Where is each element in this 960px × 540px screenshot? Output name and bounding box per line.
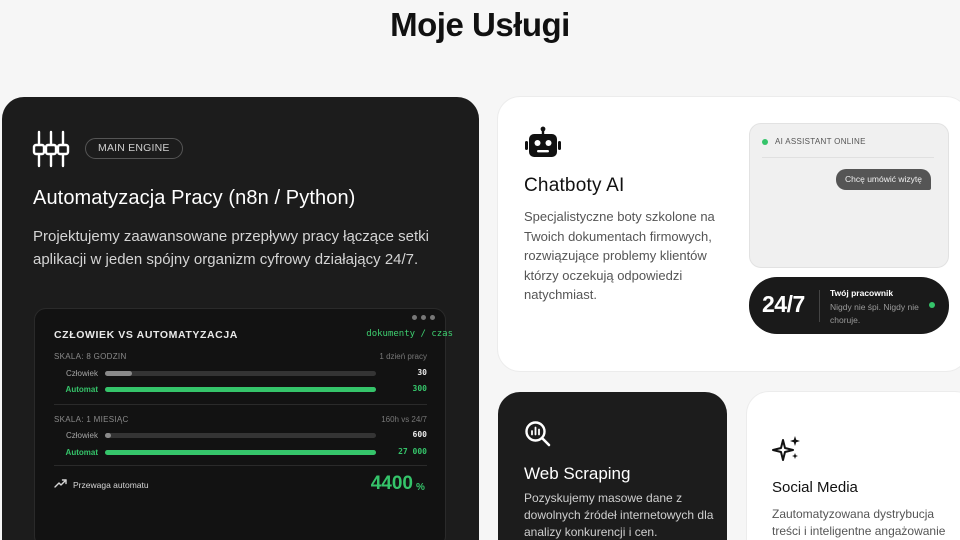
divider — [762, 157, 934, 158]
row-label-automat: Automat — [65, 385, 98, 394]
comparison-panel — [34, 308, 446, 540]
chat-message-bubble: Chcę umówić wizytę — [836, 169, 931, 190]
automation-description: Projektujemy zaawansowane przepływy prac… — [33, 228, 430, 268]
bar-track — [105, 450, 376, 455]
row-value-human: 600 — [412, 430, 427, 439]
row-label-human: Człowiek — [65, 369, 98, 378]
web-scraping-title: Web Scraping — [524, 464, 631, 483]
row-label-automat: Automat — [65, 448, 98, 457]
bar-automat-8h — [105, 387, 376, 392]
more-options-icon[interactable] — [412, 315, 435, 320]
row-value-automat: 27 000 — [398, 447, 427, 456]
page-title: Moje Usługi — [390, 6, 570, 43]
row-value-automat: 300 — [412, 384, 427, 393]
bar-track — [105, 433, 376, 438]
comparison-title: CZŁOWIEK VS AUTOMATYZACJA — [54, 329, 238, 341]
bar-human-8h — [105, 371, 133, 376]
status-dot — [929, 302, 935, 308]
scale-note: 160h vs 24/7 — [381, 415, 427, 424]
worker-availability: 24/7 — [762, 291, 805, 317]
social-media-description: Zautomatyzowana dystrybucja treści i int… — [772, 507, 946, 538]
divider — [54, 404, 427, 405]
social-media-title: Social Media — [772, 479, 858, 496]
advantage-unit: % — [416, 482, 425, 493]
row-label-human: Człowiek — [65, 431, 98, 440]
bar-track — [105, 387, 376, 392]
worker-subtitle: Nigdy nie śpi. Nigdy nie choruje. — [830, 302, 919, 325]
main-engine-badge: MAIN ENGINE — [85, 138, 183, 159]
magnifier-chart-icon — [525, 421, 551, 447]
sparkles-icon — [772, 436, 800, 461]
divider — [819, 290, 820, 322]
sliders-icon — [32, 130, 70, 168]
chatbots-title: Chatboty AI — [524, 175, 625, 196]
web-scraping-description: Pozyskujemy masowe dane z dowolnych źród… — [524, 491, 714, 539]
trending-up-icon — [54, 479, 67, 488]
robot-icon — [525, 126, 561, 157]
scale-label: SKALA: 1 MIESIĄC — [54, 415, 129, 424]
chatbots-description: Specjalistyczne boty szkolone na Twoich … — [524, 209, 715, 302]
bar-automat-month — [105, 450, 376, 455]
scale-note: 1 dzień pracy — [379, 352, 427, 361]
worker-title: Twój pracownik — [830, 288, 894, 298]
chat-status: AI ASSISTANT ONLINE — [775, 137, 866, 146]
advantage-value: 4400 — [370, 473, 413, 494]
online-indicator — [762, 139, 768, 145]
row-value-human: 30 — [417, 368, 427, 377]
scale-label: SKALA: 8 GODZIN — [54, 352, 127, 361]
automation-title: Automatyzacja Pracy (n8n / Python) — [33, 187, 356, 209]
divider — [54, 465, 427, 466]
bar-track — [105, 371, 376, 376]
bar-human-month — [105, 433, 111, 438]
comparison-legend: dokumenty / czas — [366, 329, 453, 339]
advantage-label: Przewaga automatu — [73, 480, 149, 490]
